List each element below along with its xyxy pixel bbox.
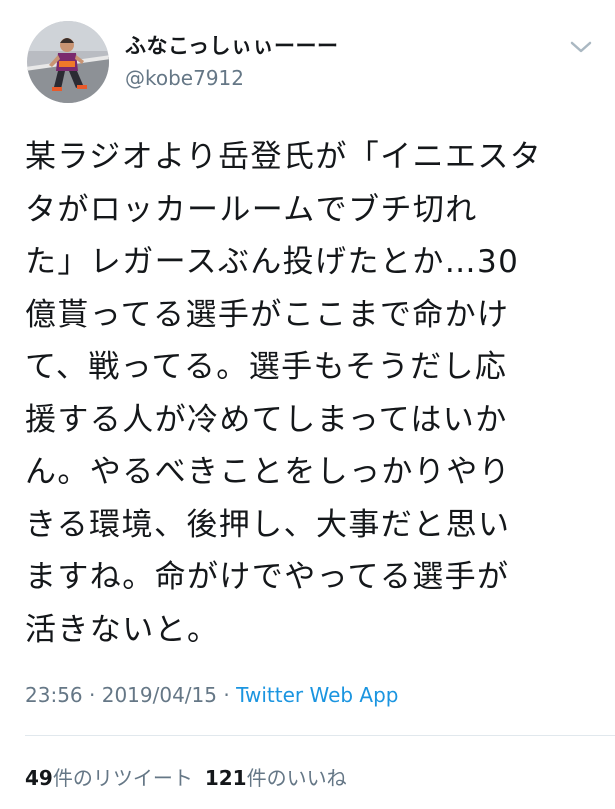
tweet-time[interactable]: 23:56 xyxy=(25,683,83,707)
tweet-metadata: 23:56 · 2019/04/15 · Twitter Web App xyxy=(25,683,399,707)
like-label: 件のいいね xyxy=(246,766,347,790)
tweet-text-line: きる環境、後押し、大事だと思い xyxy=(25,506,511,543)
tweet-text-line: 活きないと。 xyxy=(25,611,220,648)
tweet-stats: 49件のリツイート 121件のいいね xyxy=(25,762,347,791)
tweet-text-line: 援する人が冷めてしまってはいか xyxy=(25,401,508,438)
meta-separator: · xyxy=(82,683,102,707)
like-count: 121 xyxy=(204,766,247,790)
tweet-text-line: 某ラジオより岳登氏が「イニエスタ xyxy=(25,139,543,175)
divider xyxy=(25,735,615,736)
retweet-count: 49 xyxy=(25,766,53,790)
chevron-down-icon[interactable] xyxy=(568,38,594,56)
tweet-text-line: た」レガースぶん投げたとか…30 xyxy=(25,244,520,280)
tweet-text: 某ラジオより岳登氏が「イニエスタ タがロッカールームでブチ切れ た」レガースぶん… xyxy=(25,131,600,656)
retweet-count-link[interactable]: 49件のリツイート xyxy=(25,766,193,790)
tweet-date[interactable]: 2019/04/15 xyxy=(102,683,217,707)
meta-separator: · xyxy=(217,683,237,707)
tweet-text-line: ん。やるべきことをしっかりやり xyxy=(25,454,511,490)
like-count-link[interactable]: 121件のいいね xyxy=(205,766,347,790)
retweet-label: 件のリツイート xyxy=(52,766,193,790)
avatar[interactable] xyxy=(27,21,109,103)
tweet-card: ふなこっしぃぃーーー @kobe7912 某ラジオより岳登氏が「イニエスタ タが… xyxy=(0,0,615,809)
tweet-text-line: 億貰ってる選手がここまで命かけ xyxy=(25,296,510,333)
tweet-text-line: て、戦ってる。選手もそうだし応 xyxy=(25,349,508,385)
source-link[interactable]: Twitter Web App xyxy=(236,683,398,707)
tweet-text-line: タがロッカールームでブチ切れ xyxy=(25,191,478,228)
username-handle[interactable]: @kobe7912 xyxy=(125,66,244,90)
tweet-text-line: ますね。命がけでやってる選手が xyxy=(25,559,510,595)
avatar-photo xyxy=(27,21,109,103)
display-name[interactable]: ふなこっしぃぃーーー xyxy=(125,30,339,60)
